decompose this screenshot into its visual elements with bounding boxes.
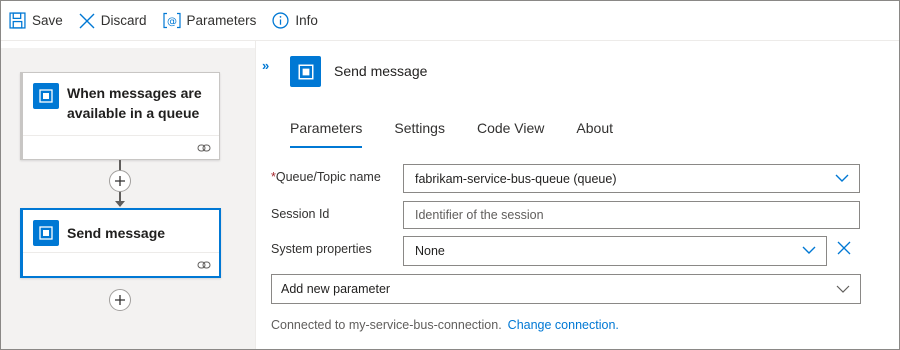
tab-parameters[interactable]: Parameters — [274, 120, 378, 148]
add-new-parameter-dropdown[interactable]: Add new parameter — [271, 274, 861, 304]
session-id-input[interactable]: Identifier of the session — [403, 201, 860, 229]
service-bus-icon — [33, 220, 59, 246]
panel-tabs: Parameters Settings Code View About — [274, 120, 629, 148]
save-label: Save — [32, 13, 63, 28]
parameters-icon: @ — [162, 12, 181, 29]
link-icon — [197, 144, 211, 151]
toolbar: Save Discard @ Parameters Info — [1, 1, 899, 41]
system-properties-dropdown[interactable]: None — [403, 236, 827, 266]
save-button[interactable]: Save — [9, 12, 63, 29]
queue-topic-label-text: Queue/Topic name — [275, 170, 381, 184]
parameters-button[interactable]: @ Parameters — [162, 12, 257, 29]
close-icon — [79, 13, 95, 28]
clear-icon[interactable] — [837, 241, 851, 255]
insert-step-button[interactable] — [109, 170, 131, 192]
queue-topic-label: *Queue/Topic name — [271, 170, 381, 184]
link-icon — [197, 261, 211, 268]
trigger-footer — [23, 135, 219, 159]
plus-icon — [115, 176, 125, 186]
action-footer — [23, 252, 219, 276]
session-id-label: Session Id — [271, 207, 330, 221]
add-step-button[interactable] — [109, 289, 131, 311]
service-bus-icon — [33, 83, 59, 109]
queue-topic-value: fabrikam-service-bus-queue (queue) — [415, 171, 617, 186]
svg-text:@: @ — [167, 17, 177, 28]
tab-about[interactable]: About — [560, 120, 629, 148]
collapse-panel-button[interactable]: » — [262, 58, 269, 73]
chevron-down-icon — [802, 246, 816, 254]
send-message-card[interactable]: Send message — [20, 208, 221, 278]
panel-title: Send message — [334, 63, 428, 79]
connection-status: Connected to my-service-bus-connection. C… — [271, 318, 619, 332]
queue-topic-dropdown[interactable]: fabrikam-service-bus-queue (queue) — [403, 164, 860, 193]
info-button[interactable]: Info — [272, 12, 318, 29]
discard-button[interactable]: Discard — [79, 13, 147, 29]
discard-label: Discard — [100, 13, 147, 28]
action-title: Send message — [67, 225, 166, 241]
chevron-down-icon — [836, 285, 850, 293]
tab-code-view[interactable]: Code View — [461, 120, 560, 148]
change-connection-link[interactable]: Change connection. — [508, 318, 619, 332]
panel-divider — [255, 41, 256, 349]
system-properties-label: System properties — [271, 242, 372, 256]
connection-text: Connected to my-service-bus-connection. — [271, 318, 502, 332]
service-bus-icon — [290, 56, 321, 87]
info-icon — [272, 12, 289, 29]
tab-settings[interactable]: Settings — [378, 120, 461, 148]
plus-icon — [115, 295, 125, 305]
designer-canvas: When messages are available in a queue S — [1, 48, 255, 349]
add-new-parameter-label: Add new parameter — [281, 282, 391, 296]
parameters-label: Parameters — [186, 13, 257, 28]
info-label: Info — [295, 13, 318, 28]
chevron-down-icon — [835, 174, 849, 182]
trigger-title: When messages are available in a queue — [67, 85, 202, 121]
system-properties-value: None — [415, 244, 445, 258]
trigger-card[interactable]: When messages are available in a queue — [20, 72, 220, 160]
arrow-down-icon — [115, 201, 125, 207]
save-icon — [9, 12, 26, 29]
session-id-placeholder: Identifier of the session — [415, 208, 544, 222]
